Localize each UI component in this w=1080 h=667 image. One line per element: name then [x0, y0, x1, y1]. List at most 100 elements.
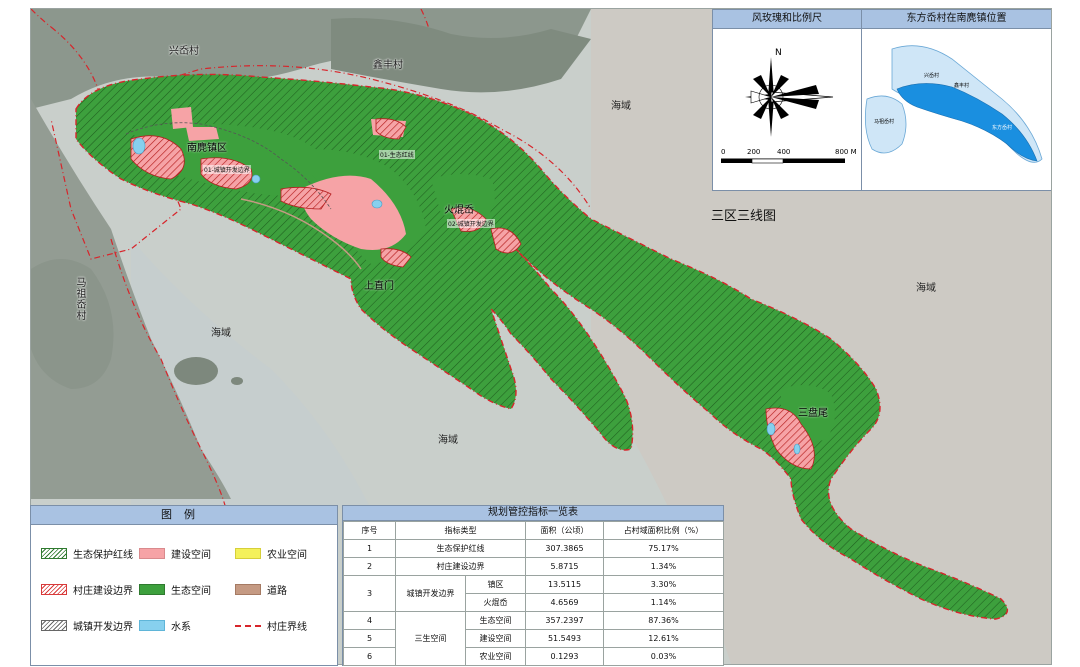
- legend-label: 村庄建设边界: [73, 586, 133, 597]
- legend-label: 水系: [171, 622, 191, 633]
- water-body-4: [766, 422, 776, 436]
- legend-label: 生态保护红线: [73, 550, 133, 561]
- legend-item-construction: 建设空间: [139, 546, 211, 561]
- compass-panel-title: 风玫瑰和比例尺: [713, 10, 861, 29]
- cell-subtype: 农业空间: [465, 647, 526, 666]
- legend-label: 城镇开发边界: [73, 622, 133, 633]
- header-no: 序号: [343, 521, 396, 540]
- label-sea-west: 海域: [211, 328, 231, 339]
- small-island-2: [231, 377, 243, 385]
- cell-subtype: 建设空间: [465, 629, 526, 648]
- legend-item-ecological: 生态空间: [139, 582, 211, 597]
- indicator-table-panel: 规划管控指标一览表 序号 指标类型 面积（公顷） 占村域面积比例（%） 1 生态…: [342, 505, 724, 666]
- cell-type: 村庄建设边界: [395, 557, 526, 576]
- cell-type: 城镇开发边界: [395, 575, 466, 612]
- boundary-label-2: 01-生态红线: [379, 150, 415, 159]
- water-body-3: [371, 199, 383, 209]
- legend-title: 图例: [31, 506, 337, 525]
- label-shangzhimen: 上直门: [364, 281, 394, 292]
- cell-area: 357.2397: [525, 611, 604, 630]
- legend-label: 建设空间: [171, 550, 211, 561]
- scale-tick-0: 0: [721, 148, 726, 156]
- legend-item-village-line: 村庄界线: [235, 618, 307, 633]
- minimap-label-xinfeng: 鑫丰村: [954, 83, 970, 89]
- village-line-swatch: [235, 620, 261, 631]
- cell-area: 5.8715: [525, 557, 604, 576]
- cell-type: 生态保护红线: [395, 539, 526, 558]
- minimap-label-dongfang: 东方岙村: [992, 125, 1013, 131]
- cell-no: 6: [343, 647, 396, 666]
- boundary-label-1: 01-城镇开发边界: [203, 165, 251, 174]
- cell-ratio: 87.36%: [603, 611, 724, 630]
- eco-redline-swatch: [41, 548, 67, 559]
- town-boundary-swatch: [41, 620, 67, 631]
- cell-ratio: 3.30%: [603, 575, 724, 594]
- cell-ratio: 1.34%: [603, 557, 724, 576]
- compass-panel: 风玫瑰和比例尺 N 0 200 400 800 M: [712, 9, 862, 191]
- legend-item-eco-redline: 生态保护红线: [41, 546, 133, 561]
- legend-panel: 图例 生态保护红线 建设空间 农业空间 村庄建设边界 生态空间 道路 城镇开发边…: [30, 505, 338, 666]
- small-island: [174, 357, 218, 385]
- cell-no: 4: [343, 611, 396, 630]
- legend-label: 村庄界线: [267, 622, 307, 633]
- scale-tick-400: 400: [777, 148, 791, 156]
- legend-item-town-boundary: 城镇开发边界: [41, 618, 133, 633]
- cell-subtype: 火焜岙: [465, 593, 526, 612]
- cell-no: 2: [343, 557, 396, 576]
- cell-ratio: 12.61%: [603, 629, 724, 648]
- ecological-swatch: [139, 584, 165, 595]
- cell-no: 3: [343, 575, 396, 612]
- table-row: 4 三生空间 生态空间 357.2397 87.36%: [343, 611, 724, 666]
- legend-label: 农业空间: [267, 550, 307, 561]
- cell-area: 0.1293: [525, 647, 604, 666]
- indicator-table-title: 规划管控指标一览表: [343, 506, 723, 521]
- agriculture-swatch: [235, 548, 261, 559]
- legend-item-water: 水系: [139, 618, 191, 633]
- construction-swatch: [139, 548, 165, 559]
- cell-subtype: 生态空间: [465, 611, 526, 630]
- cell-area: 51.5493: [525, 629, 604, 648]
- table-row: 2 村庄建设边界 5.8715 1.34%: [343, 557, 724, 576]
- scale-tick-200: 200: [747, 148, 761, 156]
- label-mazu: 马祖岙村: [74, 277, 85, 321]
- location-minimap: [864, 45, 1043, 163]
- water-body-5: [793, 443, 801, 455]
- cell-ratio: 1.14%: [603, 593, 724, 612]
- cell-no: 5: [343, 629, 396, 648]
- label-xinfeng: 鑫丰村: [373, 60, 403, 71]
- construction-area-2: [171, 107, 193, 129]
- label-sea-south: 海域: [438, 435, 458, 446]
- location-panel-title: 东方岙村在南麂镇位置: [862, 10, 1051, 29]
- cell-ratio: 75.17%: [603, 539, 724, 558]
- cell-type: 三生空间: [395, 611, 466, 666]
- legend-item-village-boundary: 村庄建设边界: [41, 582, 133, 597]
- cell-subtype: 镇区: [465, 575, 526, 594]
- water-body-2: [251, 174, 261, 184]
- boundary-label-3: 02-城镇开发边界: [447, 219, 495, 228]
- village-boundary-swatch: [41, 584, 67, 595]
- label-nanlu-town: 南麂镇区: [187, 143, 227, 154]
- table-row: 1 生态保护红线 307.3865 75.17%: [343, 539, 724, 558]
- label-sea-east: 海域: [916, 283, 936, 294]
- wind-rose: [721, 57, 845, 164]
- cell-area: 307.3865: [525, 539, 604, 558]
- map-title: 三区三线图: [711, 209, 777, 224]
- cell-ratio: 0.03%: [603, 647, 724, 666]
- indicator-table: 序号 指标类型 面积（公顷） 占村域面积比例（%） 1 生态保护红线 307.3…: [343, 521, 724, 666]
- legend-label: 生态空间: [171, 586, 211, 597]
- label-huoyao: 火焜岙: [444, 205, 474, 216]
- legend-label: 道路: [267, 586, 287, 597]
- location-panel: 东方岙村在南麂镇位置 兴岙村 鑫丰村 马祖岙村 东方岙村: [861, 9, 1051, 191]
- label-sanpan: 三盘尾: [798, 408, 828, 419]
- scale-tick-800: 800 M: [835, 148, 857, 156]
- cell-area: 13.5115: [525, 575, 604, 594]
- header-ratio: 占村域面积比例（%）: [603, 521, 724, 540]
- legend-item-road: 道路: [235, 582, 287, 597]
- legend-item-agriculture: 农业空间: [235, 546, 307, 561]
- minimap-label-xingdang: 兴岙村: [924, 73, 940, 79]
- water-body-1: [132, 137, 146, 155]
- road-swatch: [235, 584, 261, 595]
- minimap-label-mazu: 马祖岙村: [874, 119, 895, 125]
- water-swatch: [139, 620, 165, 631]
- label-xingdang: 兴岙村: [169, 46, 199, 57]
